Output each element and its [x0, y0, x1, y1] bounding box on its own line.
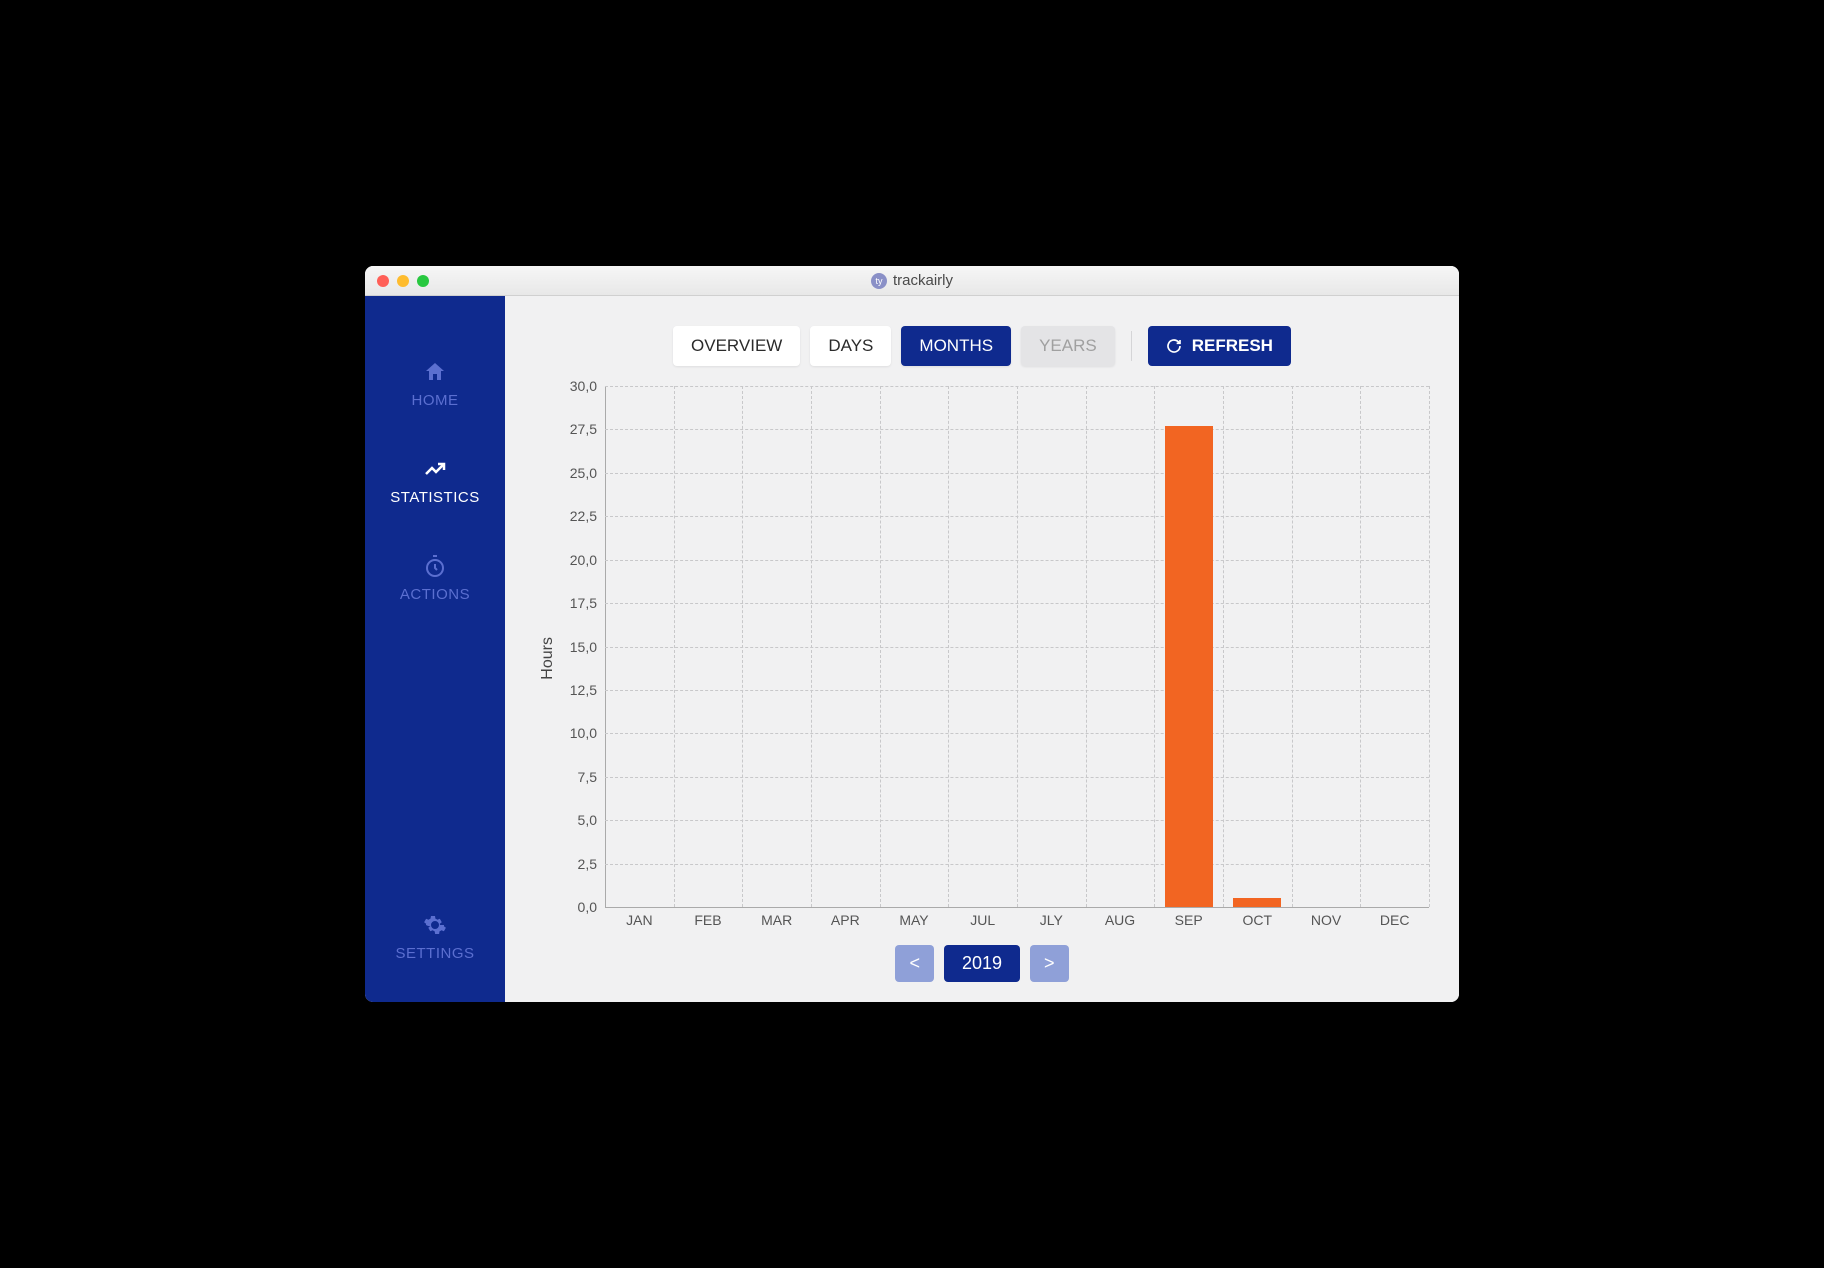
sidebar-item-actions[interactable]: ACTIONS — [365, 530, 505, 627]
next-year-button[interactable]: > — [1030, 945, 1069, 982]
chart-xtick: MAY — [899, 912, 928, 928]
chart-ytick: 25,0 — [570, 465, 605, 481]
sidebar-item-settings[interactable]: SETTINGS — [365, 889, 505, 1002]
sidebar-item-label: SETTINGS — [395, 945, 474, 962]
chart-ytick: 2,5 — [578, 856, 605, 872]
chart-ytick: 15,0 — [570, 639, 605, 655]
chart-ytick: 7,5 — [578, 769, 605, 785]
chart-area: 0,0 2,5 5,0 7,5 10,0 12,5 15,0 17,5 20,0 22,5 25,0… — [561, 386, 1429, 931]
chart-xtick: APR — [831, 912, 860, 928]
main-content: OVERVIEW DAYS MONTHS YEARS REFRESH Hours… — [505, 296, 1459, 1002]
tab-overview[interactable]: OVERVIEW — [673, 326, 800, 366]
refresh-button[interactable]: REFRESH — [1148, 326, 1291, 366]
chart-plot: 0,02,55,07,510,012,515,017,520,022,525,0… — [605, 386, 1429, 907]
chart-xtick: DEC — [1380, 912, 1410, 928]
trend-icon — [423, 457, 447, 481]
chart-ytick: 5,0 — [578, 812, 605, 828]
chart-ylabel: Hours — [535, 637, 561, 680]
close-window-button[interactable] — [377, 275, 389, 287]
tab-days[interactable]: DAYS — [810, 326, 891, 366]
view-toolbar: OVERVIEW DAYS MONTHS YEARS REFRESH — [535, 326, 1429, 366]
chart-xtick: JUL — [970, 912, 995, 928]
chart-xtick: JLY — [1040, 912, 1063, 928]
chart-xtick: OCT — [1243, 912, 1273, 928]
app-icon: ty — [871, 273, 887, 289]
chart-ytick: 20,0 — [570, 552, 605, 568]
window-controls — [365, 275, 429, 287]
current-year-button[interactable]: 2019 — [944, 945, 1020, 982]
chart-xtick: MAR — [761, 912, 792, 928]
chart-ytick: 10,0 — [570, 725, 605, 741]
app-body: HOME STATISTICS ACTIONS SETTINGS OVERVIE… — [365, 296, 1459, 1002]
refresh-button-label: REFRESH — [1192, 336, 1273, 356]
titlebar: ty trackairly — [365, 266, 1459, 296]
minimize-window-button[interactable] — [397, 275, 409, 287]
sidebar-item-label: STATISTICS — [390, 489, 479, 506]
sidebar-item-home[interactable]: HOME — [365, 336, 505, 433]
toolbar-divider — [1131, 331, 1132, 361]
home-icon — [423, 360, 447, 384]
chart-ytick: 0,0 — [578, 899, 605, 915]
chart-ytick: 27,5 — [570, 421, 605, 437]
year-navigation: < 2019 > — [535, 945, 1429, 982]
sidebar-item-label: ACTIONS — [400, 586, 470, 603]
chart-xtick: NOV — [1311, 912, 1341, 928]
prev-year-button[interactable]: < — [895, 945, 934, 982]
refresh-icon — [1166, 338, 1182, 354]
sidebar: HOME STATISTICS ACTIONS SETTINGS — [365, 296, 505, 1002]
gear-icon — [423, 913, 447, 937]
chart-ytick: 12,5 — [570, 682, 605, 698]
chart-bar — [1165, 426, 1213, 907]
sidebar-item-statistics[interactable]: STATISTICS — [365, 433, 505, 530]
chart-xtick: JAN — [626, 912, 652, 928]
chart-ytick: 30,0 — [570, 378, 605, 394]
chart-bar — [1233, 898, 1281, 907]
chart-ytick: 17,5 — [570, 595, 605, 611]
chart-ytick: 22,5 — [570, 508, 605, 524]
sidebar-item-label: HOME — [412, 392, 459, 409]
chart-xaxis: JAN FEB MAR APR MAY JUL JLY AUG SEP OCT NOV DEC — [605, 907, 1429, 931]
chart: Hours 0,0 2,5 5,0 7,5 10,0 12,5 15,0 17,5 20,0 22… — [535, 386, 1429, 931]
tab-months[interactable]: MONTHS — [901, 326, 1011, 366]
chart-xtick: SEP — [1175, 912, 1203, 928]
app-window: ty trackairly HOME STATISTICS ACTIONS SE… — [365, 266, 1459, 1002]
maximize-window-button[interactable] — [417, 275, 429, 287]
window-title: trackairly — [893, 272, 953, 289]
chart-xtick: FEB — [694, 912, 721, 928]
chart-xtick: AUG — [1105, 912, 1135, 928]
stopwatch-icon — [423, 554, 447, 578]
tab-years: YEARS — [1021, 326, 1115, 366]
